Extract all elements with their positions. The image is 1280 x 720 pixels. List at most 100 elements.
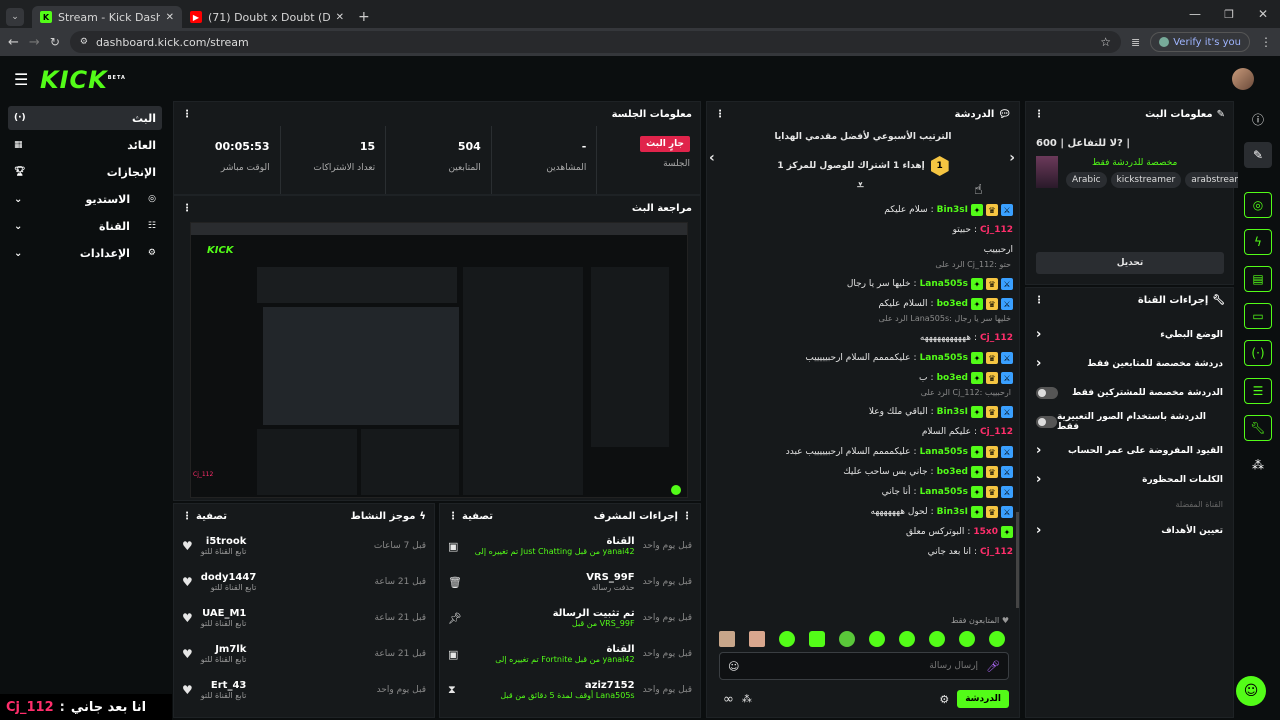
chat-message[interactable]: خليها سر يا رجال: Lana505s ✦ ♛ ⚔ bbox=[707, 274, 1019, 294]
next-arrow-icon[interactable]: › bbox=[1009, 150, 1015, 166]
verify-pill[interactable]: Verify it's you bbox=[1150, 32, 1250, 52]
chat-message[interactable]: لحول هههههههه: Bin3sI ✦ ♛ ⚔ bbox=[707, 502, 1019, 522]
chat-username[interactable]: Lana505s bbox=[920, 447, 968, 457]
close-tab-icon[interactable]: ✕ bbox=[336, 12, 344, 23]
maximize-icon[interactable]: ❐ bbox=[1212, 8, 1246, 21]
sidebar-item-achievements[interactable]: 🏆︎ الإنجازات bbox=[8, 160, 162, 184]
reading-list-icon[interactable]: ≣ bbox=[1131, 36, 1140, 49]
sidebar-item-channel[interactable]: ⌄ القناة ☷ bbox=[8, 214, 162, 238]
prev-arrow-icon[interactable]: ‹ bbox=[709, 150, 715, 166]
emote[interactable] bbox=[899, 631, 915, 647]
emote[interactable] bbox=[809, 631, 825, 647]
chat-message[interactable]: جاني بس ساحب عليك: bo3ed ✦ ♛ ⚔ bbox=[707, 462, 1019, 482]
chat-message[interactable]: الباقي ملك وعلا: Bin3sI ✦ ♛ ⚔ bbox=[707, 402, 1019, 422]
subscribers-only-toggle[interactable] bbox=[1036, 386, 1058, 399]
stream-preview-video[interactable]: KICK Cj_112 bbox=[190, 222, 688, 498]
chat-username[interactable]: bo3ed bbox=[937, 299, 968, 309]
goals-row[interactable]: › تعيين الأهداف bbox=[1026, 516, 1233, 545]
new-tab-icon[interactable]: + bbox=[358, 9, 370, 25]
account-age-row[interactable]: › القيود المفروضة على عمر الحساب bbox=[1026, 436, 1233, 465]
chat-message[interactable]: حبيتو: Cj_112 bbox=[707, 220, 1019, 240]
emoji-icon[interactable]: ☺ bbox=[728, 660, 739, 673]
reload-icon[interactable]: ↻ bbox=[50, 35, 60, 49]
chat-username[interactable]: Bin3sI bbox=[937, 507, 968, 517]
apps-icon[interactable]: ⁂ bbox=[1244, 452, 1272, 478]
hamburger-icon[interactable]: ☰ bbox=[14, 70, 28, 89]
user-avatar[interactable] bbox=[1232, 68, 1254, 90]
chat-message[interactable]: هههههههههههه: Cj_112 bbox=[707, 328, 1019, 348]
chat-message[interactable]: عليكمممم السلام ارحبيييييب: Lana505s ✦ ♛ ⚔ bbox=[707, 348, 1019, 368]
emote[interactable] bbox=[929, 631, 945, 647]
sidebar-item-live[interactable]: (·) البث bbox=[8, 106, 162, 130]
emote[interactable] bbox=[869, 631, 885, 647]
chat-bubble-icon[interactable]: ▭ bbox=[1244, 303, 1272, 329]
emote[interactable] bbox=[989, 631, 1005, 647]
followers-only-row[interactable]: › دردشة مخصصة للمتابعين فقط bbox=[1026, 349, 1233, 378]
chat-message[interactable]: انا بعد جاني: Cj_112 bbox=[707, 542, 1019, 562]
more-icon[interactable]: ⋮ bbox=[1034, 109, 1044, 120]
bookmark-star-icon[interactable]: ☆ bbox=[1100, 35, 1111, 49]
chat-username[interactable]: bo3ed bbox=[937, 467, 968, 477]
chat-scrollbar[interactable] bbox=[1016, 512, 1019, 608]
banned-words-row[interactable]: › الكلمات المحظورة bbox=[1026, 465, 1233, 494]
emote[interactable] bbox=[959, 631, 975, 647]
minimize-icon[interactable]: — bbox=[1178, 7, 1212, 21]
activity-user[interactable]: dody1447 bbox=[201, 572, 257, 583]
emote-only-toggle[interactable] bbox=[1036, 415, 1057, 428]
more-icon[interactable]: ⋮ bbox=[182, 203, 192, 214]
chat-username[interactable]: Cj_112 bbox=[980, 225, 1013, 235]
chat-username[interactable]: Bin3sI bbox=[937, 205, 968, 215]
chat-username[interactable]: 15x0 bbox=[973, 527, 998, 537]
chat-settings-icon[interactable]: ⚙ bbox=[939, 693, 949, 706]
tab-kick-dashboard[interactable]: K Stream - Kick Dashboard ✕ bbox=[32, 6, 182, 28]
tag-chip[interactable]: Arabic bbox=[1066, 172, 1107, 188]
url-field[interactable]: ⚙ dashboard.kick.com/stream ☆ bbox=[69, 31, 1122, 53]
help-button[interactable]: ☺ bbox=[1236, 676, 1266, 706]
close-tab-icon[interactable]: ✕ bbox=[166, 12, 174, 23]
chat-username[interactable]: Lana505s bbox=[920, 487, 968, 497]
sidebar-item-dashboard[interactable]: ▦ العائد bbox=[8, 133, 162, 157]
activity-user[interactable]: UAE_M1 bbox=[201, 608, 246, 619]
emote[interactable] bbox=[749, 631, 765, 647]
chat-message[interactable]: ارحبييب bbox=[707, 240, 1019, 260]
site-info-icon[interactable]: ⚙ bbox=[80, 37, 88, 47]
list-icon[interactable]: ☰ bbox=[1244, 378, 1272, 404]
send-chat-button[interactable]: الدردشة bbox=[957, 690, 1009, 708]
document-icon[interactable]: ▤ bbox=[1244, 266, 1272, 292]
activity-user[interactable]: Jm7lk bbox=[201, 644, 246, 655]
wrench-icon[interactable]: 🔧︎ bbox=[1244, 415, 1272, 441]
chat-username[interactable]: Lana505s bbox=[920, 353, 968, 363]
more-icon[interactable]: ⋮ bbox=[448, 511, 458, 522]
emote[interactable] bbox=[839, 631, 855, 647]
chat-input[interactable]: ☺ إرسال رسالة 🎤︎ bbox=[719, 652, 1009, 680]
more-icon[interactable]: ⋮ bbox=[1034, 295, 1044, 306]
slow-mode-row[interactable]: › الوضع البطيء bbox=[1026, 320, 1233, 349]
chat-message[interactable]: البوتركس معلق:15x0 ✦ bbox=[707, 522, 1019, 542]
chat-username[interactable]: Cj_112 bbox=[980, 427, 1013, 437]
lightning-icon[interactable]: ϟ bbox=[1244, 229, 1272, 255]
mic-icon[interactable]: 🎤︎ bbox=[986, 660, 1000, 673]
broadcast-icon[interactable]: (·) bbox=[1244, 340, 1272, 366]
chat-username[interactable]: Lana505s bbox=[920, 279, 968, 289]
sidebar-item-settings[interactable]: ⌄ الإعدادات ⚙ bbox=[8, 241, 162, 265]
filter-button[interactable]: ⋮ تصفية bbox=[182, 511, 227, 522]
edit-stream-button[interactable]: تحديل bbox=[1036, 252, 1224, 274]
info-icon[interactable]: ⓘ bbox=[1244, 106, 1272, 132]
more-icon[interactable]: ⋮ bbox=[715, 109, 725, 120]
chat-username[interactable]: Cj_112 bbox=[980, 547, 1013, 557]
emote[interactable] bbox=[719, 631, 735, 647]
chat-message[interactable]: عليكمممم السلام ارحبيييييب عبدد: Lana505s… bbox=[707, 442, 1019, 462]
browser-menu-icon[interactable]: ⋮ bbox=[1260, 35, 1272, 49]
dots-icon[interactable]: ⁂ bbox=[742, 694, 752, 705]
edit-icon[interactable]: ✎ bbox=[1244, 142, 1272, 168]
sidebar-item-studio[interactable]: ⌄ الاستديو ◎ bbox=[8, 187, 162, 211]
chat-username[interactable]: Bin3sI bbox=[937, 407, 968, 417]
infinity-icon[interactable]: ∞ bbox=[723, 692, 734, 707]
chat-username[interactable]: bo3ed bbox=[937, 373, 968, 383]
chat-message[interactable]: ب: bo3ed ✦ ♛ ⚔ bbox=[707, 368, 1019, 388]
kick-logo[interactable]: KICKBETA bbox=[40, 66, 126, 94]
forward-icon[interactable]: → bbox=[29, 35, 40, 50]
chat-message[interactable]: السلام عليكم: bo3ed ✦ ♛ ⚔ bbox=[707, 294, 1019, 314]
chat-message[interactable]: عليكم السلام: Cj_112 bbox=[707, 422, 1019, 442]
back-icon[interactable]: ← bbox=[8, 35, 19, 50]
